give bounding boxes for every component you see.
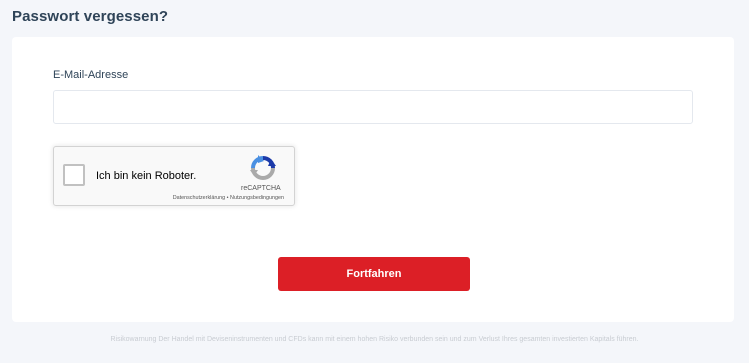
email-label: E-Mail-Adresse <box>53 69 129 81</box>
terms-link[interactable]: Nutzungsbedingungen <box>230 195 284 201</box>
recaptcha-checkbox[interactable] <box>63 164 85 186</box>
privacy-link[interactable]: Datenschutzerklärung <box>173 195 225 201</box>
continue-button[interactable]: Fortfahren <box>278 257 470 291</box>
risk-warning: Risikowarnung Der Handel mit Deviseninst… <box>110 336 639 343</box>
page-title: Passwort vergessen? <box>12 8 169 25</box>
email-input[interactable] <box>53 90 693 124</box>
recaptcha-logo-icon <box>250 155 276 180</box>
form-card: E-Mail-Adresse Ich bin kein Roboter. reC… <box>12 37 734 322</box>
recaptcha-label: Ich bin kein Roboter. <box>96 170 197 182</box>
recaptcha-links: Datenschutzerklärung • Nutzungsbedingung… <box>173 195 284 201</box>
recaptcha-brand: reCAPTCHA <box>241 185 281 192</box>
recaptcha-widget: Ich bin kein Roboter. reCAPTCHA Datensch… <box>53 146 295 206</box>
